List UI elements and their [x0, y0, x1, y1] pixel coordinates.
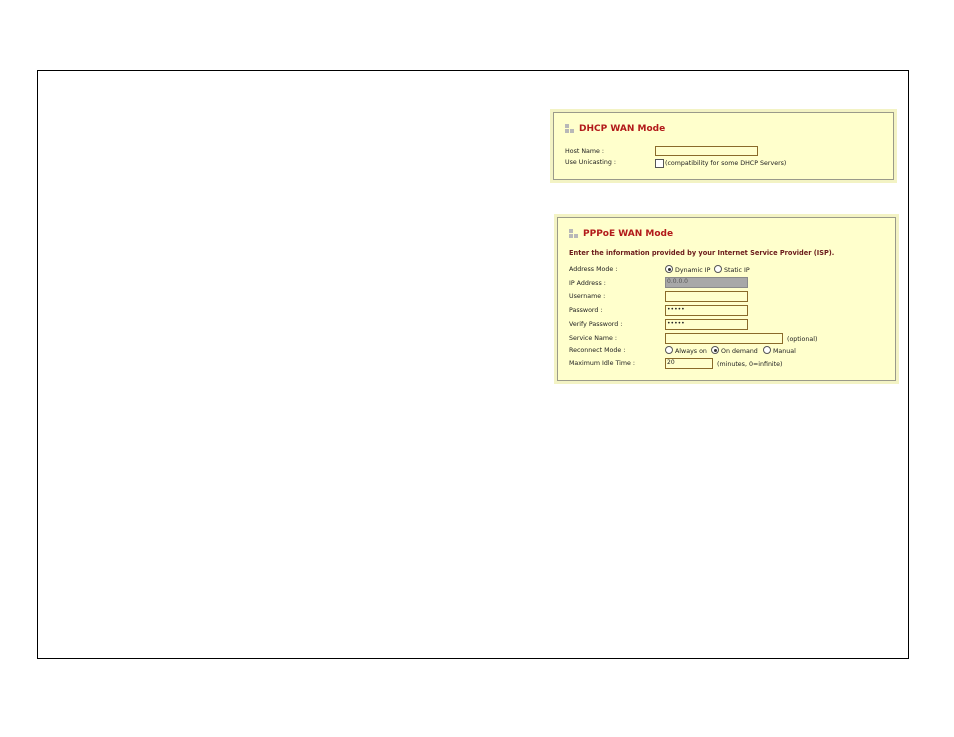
ip-address-input: 0.0.0.0: [665, 277, 748, 288]
section-icon: [569, 229, 579, 239]
dhcp-panel-title: DHCP WAN Mode: [579, 124, 666, 134]
service-name-note: (optional): [787, 336, 818, 343]
reconnect-manual-label: Manual: [773, 348, 796, 355]
address-mode-label: Address Mode :: [569, 266, 618, 273]
unicasting-checkbox[interactable]: [655, 159, 664, 168]
pppoe-panel-title: PPPoE WAN Mode: [583, 229, 674, 239]
password-input[interactable]: •••••: [665, 305, 748, 316]
address-mode-dynamic-label: Dynamic IP: [675, 267, 711, 274]
verify-password-input[interactable]: •••••: [665, 319, 748, 330]
ip-address-label: IP Address :: [569, 280, 606, 287]
max-idle-time-label: Maximum Idle Time :: [569, 360, 636, 367]
address-mode-static-label: Static IP: [724, 267, 750, 274]
section-icon: [565, 124, 575, 134]
verify-password-label: Verify Password :: [569, 321, 623, 328]
service-name-label: Service Name :: [569, 335, 617, 342]
reconnect-mode-label: Reconnect Mode :: [569, 347, 626, 354]
reconnect-on-demand-radio[interactable]: [711, 346, 719, 354]
unicasting-label: Use Unicasting :: [565, 159, 617, 166]
address-mode-static-radio[interactable]: [714, 265, 722, 273]
service-name-input[interactable]: [665, 333, 783, 344]
address-mode-dynamic-radio[interactable]: [665, 265, 673, 273]
max-idle-time-note: (minutes, 0=infinite): [717, 361, 783, 368]
reconnect-always-on-label: Always on: [675, 348, 707, 355]
pppoe-intro-text: Enter the information provided by your I…: [569, 249, 835, 257]
username-label: Username :: [569, 293, 606, 300]
max-idle-time-input[interactable]: 20: [665, 358, 713, 369]
reconnect-always-on-radio[interactable]: [665, 346, 673, 354]
password-label: Password :: [569, 307, 603, 314]
unicasting-note: (compatibility for some DHCP Servers): [665, 160, 787, 167]
username-input[interactable]: [665, 291, 748, 302]
pppoe-wan-panel: PPPoE WAN Mode Enter the information pro…: [557, 217, 896, 381]
reconnect-on-demand-label: On demand: [721, 348, 758, 355]
host-name-label: Host Name :: [565, 148, 605, 155]
host-name-input[interactable]: [655, 146, 758, 156]
dhcp-wan-panel: DHCP WAN Mode Host Name : Use Unicasting…: [553, 112, 894, 180]
reconnect-manual-radio[interactable]: [763, 346, 771, 354]
